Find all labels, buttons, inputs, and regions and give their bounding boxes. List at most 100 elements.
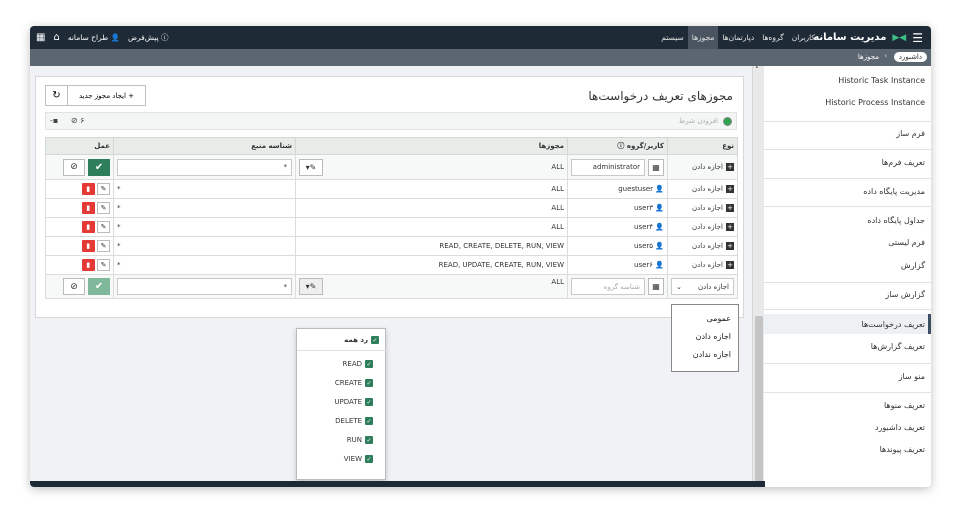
column-header-type: نوع	[667, 137, 738, 155]
resource-cell: *	[113, 236, 296, 256]
delete-button[interactable]: ▮	[81, 202, 95, 214]
checkbox-icon: ✓	[365, 360, 373, 368]
group-id-input[interactable]: شناسه گروه	[571, 278, 645, 295]
sidebar-item-link-definitions[interactable]: تعریف پیوندها	[880, 445, 925, 454]
type-cell: +اجازه دادن	[667, 154, 738, 180]
table-row-editing: +اجازه دادن ▦ administrator ALL ✎▾ * ✔ ⊘	[45, 154, 738, 180]
edit-button[interactable]: ✎	[97, 221, 110, 233]
sidebar-item-report[interactable]: گزارش	[901, 261, 925, 270]
expand-icon[interactable]: +	[726, 185, 734, 193]
edit-icon: ✎	[100, 261, 107, 269]
sidebar-item-historic-process[interactable]: Historic Process Instance	[825, 98, 925, 107]
expand-icon[interactable]: +	[726, 242, 734, 250]
permissions-cell: READ, CREATE, DELETE, RUN, VIEW	[295, 236, 568, 256]
group-id-placeholder: شناسه گروه	[603, 282, 640, 291]
refresh-button[interactable]: ↻	[46, 86, 68, 105]
option-label: RUN	[346, 436, 362, 444]
cancel-row-button[interactable]: ⊘	[63, 158, 85, 176]
edit-button[interactable]: ✎	[97, 259, 110, 271]
menu-item-permissions[interactable]: مجوزها	[687, 26, 719, 49]
sidebar-item-report-definitions[interactable]: تعریف گزارش‌ها	[871, 342, 925, 351]
menu-item-departments[interactable]: دپارتمان‌ها	[718, 26, 758, 49]
sidebar-item-menu-definitions[interactable]: تعریف منوها	[884, 401, 925, 410]
permission-option-view[interactable]: ✓ VIEW	[344, 455, 373, 463]
edit-button[interactable]: ✎	[97, 183, 110, 195]
permissions-dropdown-button[interactable]: ✎▾	[299, 278, 323, 295]
sidebar-item-list-form[interactable]: فرم لیستی	[888, 238, 925, 247]
permissions-cell: ALL	[295, 198, 568, 218]
column-header-action: عمل	[45, 137, 114, 155]
grid-icon: ▦	[652, 162, 660, 172]
edit-button[interactable]: ✎	[97, 240, 110, 252]
user-value: user۶	[634, 261, 654, 269]
user-picker-button[interactable]: ▦	[648, 158, 664, 176]
resource-input[interactable]: *	[117, 158, 292, 176]
expand-icon[interactable]: +	[726, 261, 734, 269]
scroll-up-icon[interactable]: ˄	[755, 66, 759, 74]
user-menu[interactable]: 👤 طراح سامانه	[68, 33, 120, 42]
cancel-new-button[interactable]: ⊘	[63, 278, 85, 295]
user-input[interactable]: administrator	[571, 158, 645, 176]
delete-button[interactable]: ▮	[81, 183, 95, 195]
sidebar-item-form-builder[interactable]: فرم ساز	[896, 129, 925, 138]
sidebar-item-db-tables[interactable]: جداول پایگاه داده	[867, 216, 925, 225]
user-cell: 👤 user۵	[567, 236, 668, 256]
resource-input[interactable]: *	[117, 278, 292, 295]
language-menu[interactable]: ⓘ پیش‌فرض	[128, 32, 169, 43]
expand-icon[interactable]: +	[726, 204, 734, 212]
expand-icon[interactable]: +	[726, 223, 734, 231]
edit-button[interactable]: ✎	[97, 202, 110, 214]
grid-icon: ▦	[652, 282, 660, 291]
permission-option-delete[interactable]: ✓ DELETE	[335, 417, 373, 425]
attachment-icon[interactable]: ⊘	[71, 116, 78, 125]
toggle-all-option[interactable]: ✓ رد همه	[344, 336, 379, 344]
type-value: اجازه دادن	[692, 261, 723, 269]
user-cell: ▦ شناسه گروه	[567, 274, 668, 299]
add-condition-input[interactable]: افزودن شرط	[679, 117, 718, 125]
type-select-value: اجازه دادن	[698, 282, 729, 291]
edit-icon: ✎	[100, 242, 107, 250]
sidebar-item-db-management[interactable]: مدیریت پایگاه داده	[863, 187, 925, 196]
permissions-cell: ALL ✎▾	[295, 154, 568, 180]
add-row-button[interactable]: ✔	[88, 278, 110, 295]
dropdown-divider	[297, 350, 387, 351]
permission-option-run[interactable]: ✓ RUN	[347, 436, 373, 444]
type-option-deny[interactable]: اجازه ندادن	[693, 350, 731, 359]
type-option-public[interactable]: عمومی	[707, 314, 731, 323]
sidebar-item-report-builder[interactable]: گزارش ساز	[885, 290, 925, 299]
type-select[interactable]: اجازه دادن ⌄	[671, 278, 734, 295]
user-cell: 👤 user۶	[567, 255, 668, 275]
type-value: اجازه دادن	[692, 242, 723, 250]
table-row: +اجازه دادن 👤 guestuser ALL * ✎ ▮	[45, 179, 738, 199]
apps-grid-icon[interactable]: ▦	[36, 32, 45, 43]
delete-button[interactable]: ▮	[81, 221, 95, 233]
sidebar-scrollbar[interactable]: ˄	[752, 66, 764, 487]
checkbox-icon: ✓	[365, 398, 373, 406]
sidebar-divider	[764, 121, 931, 122]
expand-icon[interactable]: +	[726, 163, 734, 171]
sidebar-item-request-definitions[interactable]: تعریف درخواست‌ها	[862, 320, 926, 329]
menu-item-groups[interactable]: گروه‌ها	[758, 26, 788, 49]
home-icon[interactable]: ⌂	[53, 32, 59, 43]
save-icon[interactable]: -▪	[50, 116, 58, 125]
new-permission-button[interactable]: + ایجاد مجوز جدید	[68, 86, 145, 105]
user-icon: 👤	[655, 223, 664, 231]
permission-option-create[interactable]: ✓ CREATE	[335, 379, 373, 387]
type-option-allow[interactable]: اجازه دادن	[696, 332, 731, 341]
permission-option-read[interactable]: ✓ READ	[343, 360, 373, 368]
sidebar-item-menu-builder[interactable]: منو ساز	[899, 372, 925, 381]
delete-button[interactable]: ▮	[81, 259, 95, 271]
save-row-button[interactable]: ✔	[88, 158, 110, 176]
scrollbar-thumb[interactable]	[755, 316, 763, 484]
permission-option-update[interactable]: ✓ UPDATE	[334, 398, 373, 406]
group-picker-button[interactable]: ▦	[648, 278, 664, 295]
breadcrumb-home[interactable]: داشبورد	[893, 52, 927, 62]
sidebar-item-dashboard-definitions[interactable]: تعریف داشبورد	[875, 423, 925, 432]
sidebar-item-historic-task[interactable]: Historic Task Instance	[838, 76, 925, 85]
permissions-dropdown-button[interactable]: ✎▾	[299, 158, 323, 176]
menu-item-system[interactable]: سیستم	[657, 26, 688, 49]
delete-button[interactable]: ▮	[81, 240, 95, 252]
menu-item-users[interactable]: کاربران	[788, 26, 819, 49]
hamburger-menu-icon[interactable]: ☰	[912, 31, 923, 45]
sidebar-item-form-definitions[interactable]: تعریف فرم‌ها	[882, 158, 925, 167]
